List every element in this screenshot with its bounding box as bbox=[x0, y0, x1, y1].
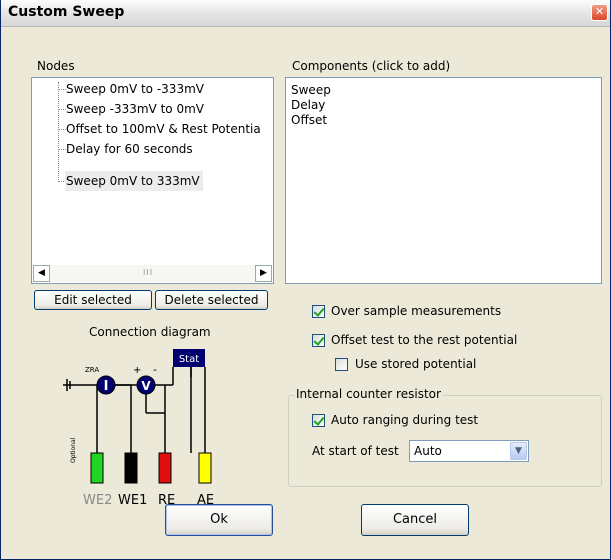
chevron-down-icon[interactable]: ▼ bbox=[510, 442, 527, 460]
auto-ranging-checkbox[interactable] bbox=[312, 414, 325, 427]
close-icon[interactable]: ✕ bbox=[591, 4, 608, 21]
cancel-button[interactable]: Cancel bbox=[361, 504, 469, 536]
tree-node-label: Sweep -333mV to 0mV bbox=[66, 102, 204, 116]
connection-diagram-title: Connection diagram bbox=[89, 325, 211, 339]
tree-node-label: Sweep 0mV to 333mV bbox=[65, 171, 203, 191]
window-title: Custom Sweep bbox=[8, 4, 125, 20]
connection-diagram: Stat ZRA I + - V Optional bbox=[63, 349, 212, 484]
voltage-symbol: V bbox=[141, 379, 151, 393]
components-list[interactable]: Sweep Delay Offset bbox=[285, 77, 602, 284]
plus-sign: + bbox=[133, 365, 141, 376]
component-item[interactable]: Offset bbox=[291, 113, 601, 128]
stored-potential-label: Use stored potential bbox=[355, 357, 477, 371]
we2-lead-block bbox=[90, 452, 104, 484]
title-bar[interactable]: Custom Sweep ✕ bbox=[1, 0, 610, 27]
nodes-label: Nodes bbox=[37, 59, 75, 73]
components-label: Components (click to add) bbox=[292, 59, 451, 73]
optional-label: Optional bbox=[70, 437, 77, 463]
re-lead-block bbox=[158, 452, 172, 484]
nodes-tree[interactable]: Sweep 0mV to -333mV Sweep -333mV to 0mV … bbox=[31, 77, 274, 284]
tree-node-label: Delay for 60 seconds bbox=[66, 142, 193, 156]
offset-rest-checkbox[interactable] bbox=[312, 334, 325, 347]
we1-label: WE1 bbox=[118, 493, 148, 508]
tree-connector-line bbox=[58, 82, 60, 182]
scroll-thumb-grip[interactable]: III bbox=[143, 268, 153, 277]
custom-sweep-dialog: Custom Sweep ✕ Nodes Sweep 0mV to -333mV… bbox=[0, 0, 611, 560]
resistor-group-legend: Internal counter resistor bbox=[294, 387, 443, 401]
delete-selected-button[interactable]: Delete selected bbox=[155, 290, 268, 310]
oversample-checkbox[interactable] bbox=[312, 305, 325, 318]
auto-ranging-label: Auto ranging during test bbox=[331, 413, 479, 427]
tree-node-label: Offset to 100mV & Rest Potentia bbox=[66, 122, 261, 136]
horizontal-scrollbar[interactable]: ◀ III ▶ bbox=[33, 265, 272, 282]
component-item[interactable]: Sweep bbox=[291, 83, 601, 98]
start-of-test-value: Auto bbox=[414, 444, 442, 458]
scroll-right-icon[interactable]: ▶ bbox=[255, 265, 272, 282]
zra-label: ZRA bbox=[85, 366, 99, 374]
component-item[interactable]: Delay bbox=[291, 98, 601, 113]
ae-lead-block bbox=[198, 452, 212, 484]
minus-sign: - bbox=[153, 363, 157, 376]
we1-lead-block bbox=[124, 452, 138, 484]
oversample-label: Over sample measurements bbox=[331, 304, 502, 318]
start-of-test-select[interactable]: Auto ▼ bbox=[409, 440, 529, 462]
stored-potential-checkbox[interactable] bbox=[335, 358, 348, 371]
current-symbol: I bbox=[104, 379, 109, 394]
start-of-test-label: At start of test bbox=[312, 444, 399, 458]
tree-node-label: Sweep 0mV to -333mV bbox=[66, 82, 204, 96]
stat-label: Stat bbox=[179, 354, 199, 365]
ok-button[interactable]: Ok bbox=[165, 504, 273, 536]
edit-selected-button[interactable]: Edit selected bbox=[34, 290, 152, 310]
scroll-left-icon[interactable]: ◀ bbox=[33, 265, 50, 282]
we2-label: WE2 bbox=[83, 493, 113, 508]
offset-rest-label: Offset test to the rest potential bbox=[331, 333, 518, 347]
